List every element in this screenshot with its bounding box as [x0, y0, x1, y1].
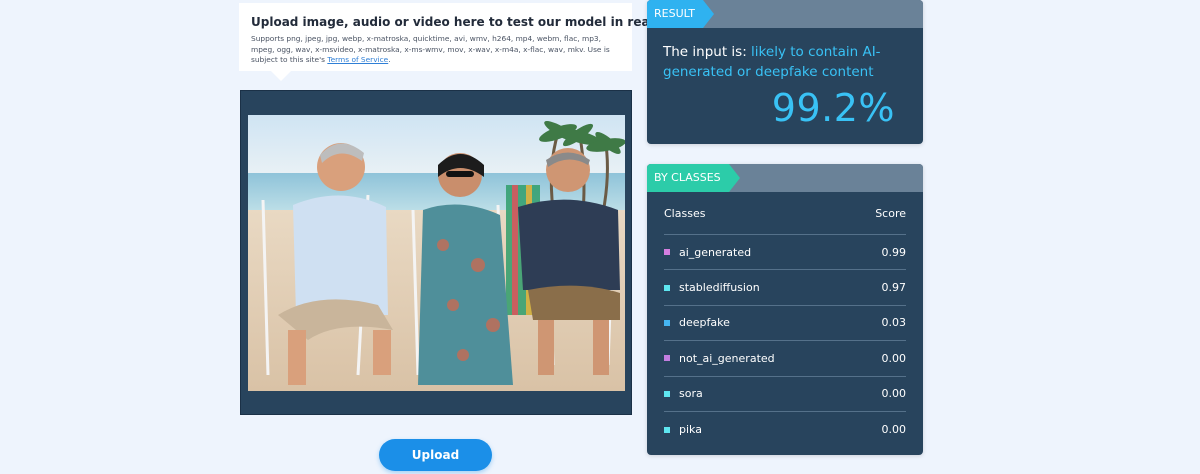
upload-info-callout: Upload image, audio or video here to tes…	[239, 3, 695, 81]
result-body: The input is: likely to contain AI-gener…	[647, 28, 923, 82]
classes-tag: BY CLASSES	[647, 164, 740, 192]
upload-heading: Upload image, audio or video here to tes…	[251, 15, 695, 29]
upload-description: Supports png, jpeg, jpg, webp, x-matrosk…	[251, 34, 620, 66]
class-score: 0.00	[881, 387, 907, 401]
result-card-header: RESULT	[647, 0, 923, 28]
result-score: 99.2%	[771, 86, 895, 130]
class-name: pika	[679, 423, 702, 437]
class-score: 0.00	[881, 423, 907, 437]
result-tag: RESULT	[647, 0, 714, 28]
class-color-swatch	[664, 355, 670, 362]
class-row: stablediffusion 0.97	[664, 270, 907, 306]
uploaded-media-panel[interactable]	[240, 90, 632, 415]
result-prefix: The input is:	[663, 44, 752, 60]
class-name: sora	[679, 387, 703, 401]
class-name: deepfake	[679, 316, 730, 330]
class-row: not_ai_generated 0.00	[664, 341, 907, 377]
class-color-swatch	[664, 249, 670, 256]
classes-card-header: BY CLASSES	[647, 164, 923, 192]
score-column-header: Score	[875, 206, 906, 220]
class-row: pika 0.00	[664, 412, 906, 447]
beach-photo-illustration	[248, 115, 625, 391]
class-row: deepfake 0.03	[664, 306, 907, 342]
class-name: stablediffusion	[679, 281, 760, 295]
result-card: RESULT The input is: likely to contain A…	[647, 0, 923, 144]
class-row: sora 0.00	[664, 377, 906, 412]
supported-formats-text: Supports png, jpeg, jpg, webp, x-matrosk…	[251, 34, 610, 64]
class-row: ai_generated 0.99	[664, 235, 907, 271]
class-color-swatch	[664, 319, 670, 326]
class-score: 0.00	[881, 351, 907, 365]
class-score: 0.03	[881, 316, 907, 330]
terms-suffix: .	[388, 55, 391, 64]
class-score: 0.99	[881, 245, 907, 259]
upload-button[interactable]: Upload	[379, 439, 492, 471]
uploaded-image-preview	[248, 115, 625, 391]
classes-column-header: Classes	[664, 206, 706, 220]
terms-of-service-link[interactable]: Terms of Service	[327, 55, 388, 64]
classes-table-header: Classes Score	[664, 192, 906, 235]
class-color-swatch	[664, 284, 670, 291]
class-name: not_ai_generated	[679, 351, 775, 365]
class-score: 0.97	[881, 281, 907, 295]
class-color-swatch	[664, 390, 670, 397]
classes-card: BY CLASSES Classes Score ai_generated 0.…	[647, 164, 923, 455]
result-statement: The input is: likely to contain AI-gener…	[663, 42, 913, 82]
class-color-swatch	[664, 426, 670, 433]
class-name: ai_generated	[679, 245, 752, 259]
